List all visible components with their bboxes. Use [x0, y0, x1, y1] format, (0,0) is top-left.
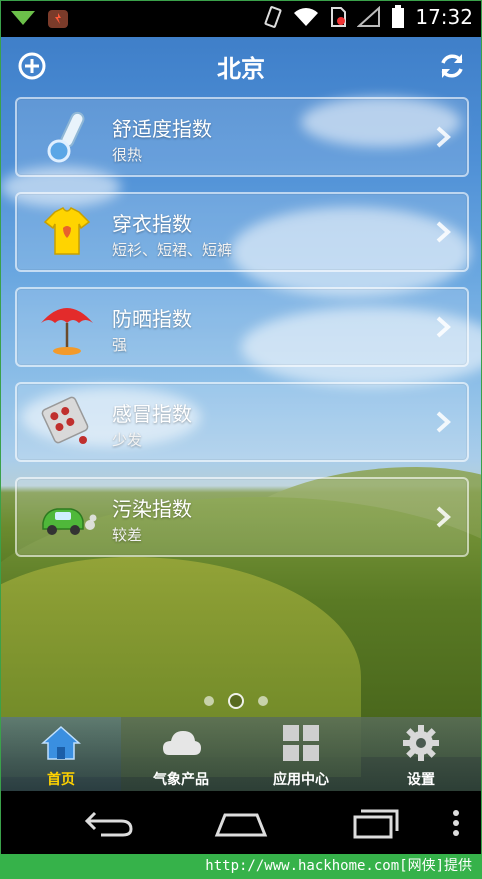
refresh-icon[interactable]	[437, 51, 467, 81]
system-nav-bar	[1, 791, 481, 854]
home-nav-icon[interactable]	[213, 805, 269, 841]
umbrella-icon	[41, 308, 93, 355]
card-title: 污染指数	[112, 497, 192, 521]
back-icon[interactable]	[81, 805, 137, 841]
status-time: 17:32	[415, 5, 473, 29]
card-title: 舒适度指数	[112, 117, 212, 141]
car-icon	[42, 508, 97, 535]
chevron-right-icon	[436, 411, 451, 433]
notification-arrow-icon	[11, 11, 35, 25]
tab-label: 应用中心	[273, 772, 329, 788]
phone-screen: 17:32 北京 舒适度指数 很热 穿衣指数 短衫、短裙、短裤 防晒指数 强 感…	[1, 1, 481, 854]
wifi-icon	[294, 8, 319, 26]
home-icon	[41, 725, 81, 760]
page-dot[interactable]	[204, 696, 214, 706]
app-notification-icon	[48, 10, 68, 28]
comfort-index-card[interactable]: 舒适度指数 很热	[15, 97, 469, 177]
page-dot[interactable]	[258, 696, 268, 706]
source-watermark: http://www.hackhome.com[网侠]提供	[0, 854, 482, 879]
signal-icon	[357, 6, 381, 27]
card-title: 穿衣指数	[112, 212, 192, 236]
tab-label: 气象产品	[153, 772, 209, 788]
sim-alert-icon	[331, 7, 347, 27]
overflow-menu-icon[interactable]	[451, 805, 461, 841]
chevron-right-icon	[436, 506, 451, 528]
tab-app-center[interactable]: 应用中心	[241, 717, 361, 791]
cold-index-card[interactable]: 感冒指数 少发	[15, 382, 469, 462]
tab-home[interactable]: 首页	[1, 717, 121, 791]
tshirt-icon	[43, 207, 91, 255]
chevron-right-icon	[436, 126, 451, 148]
vibrate-icon	[264, 6, 282, 28]
recent-apps-icon[interactable]	[349, 805, 405, 841]
card-value: 短衫、短裙、短裤	[112, 241, 233, 259]
tab-weather-products[interactable]: 气象产品	[121, 717, 241, 791]
status-bar: 17:32	[1, 1, 481, 37]
card-value: 较差	[112, 526, 143, 544]
top-bar: 北京	[1, 37, 481, 95]
card-value: 很热	[112, 146, 143, 164]
pill-icon	[41, 396, 89, 444]
dressing-index-card[interactable]: 穿衣指数 短衫、短裙、短裤	[15, 192, 469, 272]
grid-icon	[283, 725, 319, 761]
page-indicator	[204, 693, 268, 709]
card-title: 感冒指数	[112, 402, 192, 426]
tab-label: 设置	[407, 772, 435, 788]
cloud-icon	[163, 731, 201, 755]
gear-icon	[403, 725, 439, 761]
city-title: 北京	[217, 55, 265, 83]
pollution-index-card[interactable]: 污染指数 较差	[15, 477, 469, 557]
battery-icon	[392, 5, 405, 28]
sunscreen-index-card[interactable]: 防晒指数 强	[15, 287, 469, 367]
tab-label: 首页	[47, 772, 75, 788]
card-title: 防晒指数	[112, 307, 192, 331]
card-value: 强	[112, 336, 128, 354]
bottom-tab-bar: 首页 气象产品 应用中心 设置	[1, 717, 481, 791]
chevron-right-icon	[436, 316, 451, 338]
chevron-right-icon	[436, 221, 451, 243]
watermark-text: http://www.hackhome.com[网侠]提供	[205, 858, 472, 874]
card-value: 少发	[112, 431, 143, 449]
page-dot-active[interactable]	[228, 693, 244, 709]
thermometer-icon	[47, 111, 85, 163]
tab-settings[interactable]: 设置	[361, 717, 481, 791]
